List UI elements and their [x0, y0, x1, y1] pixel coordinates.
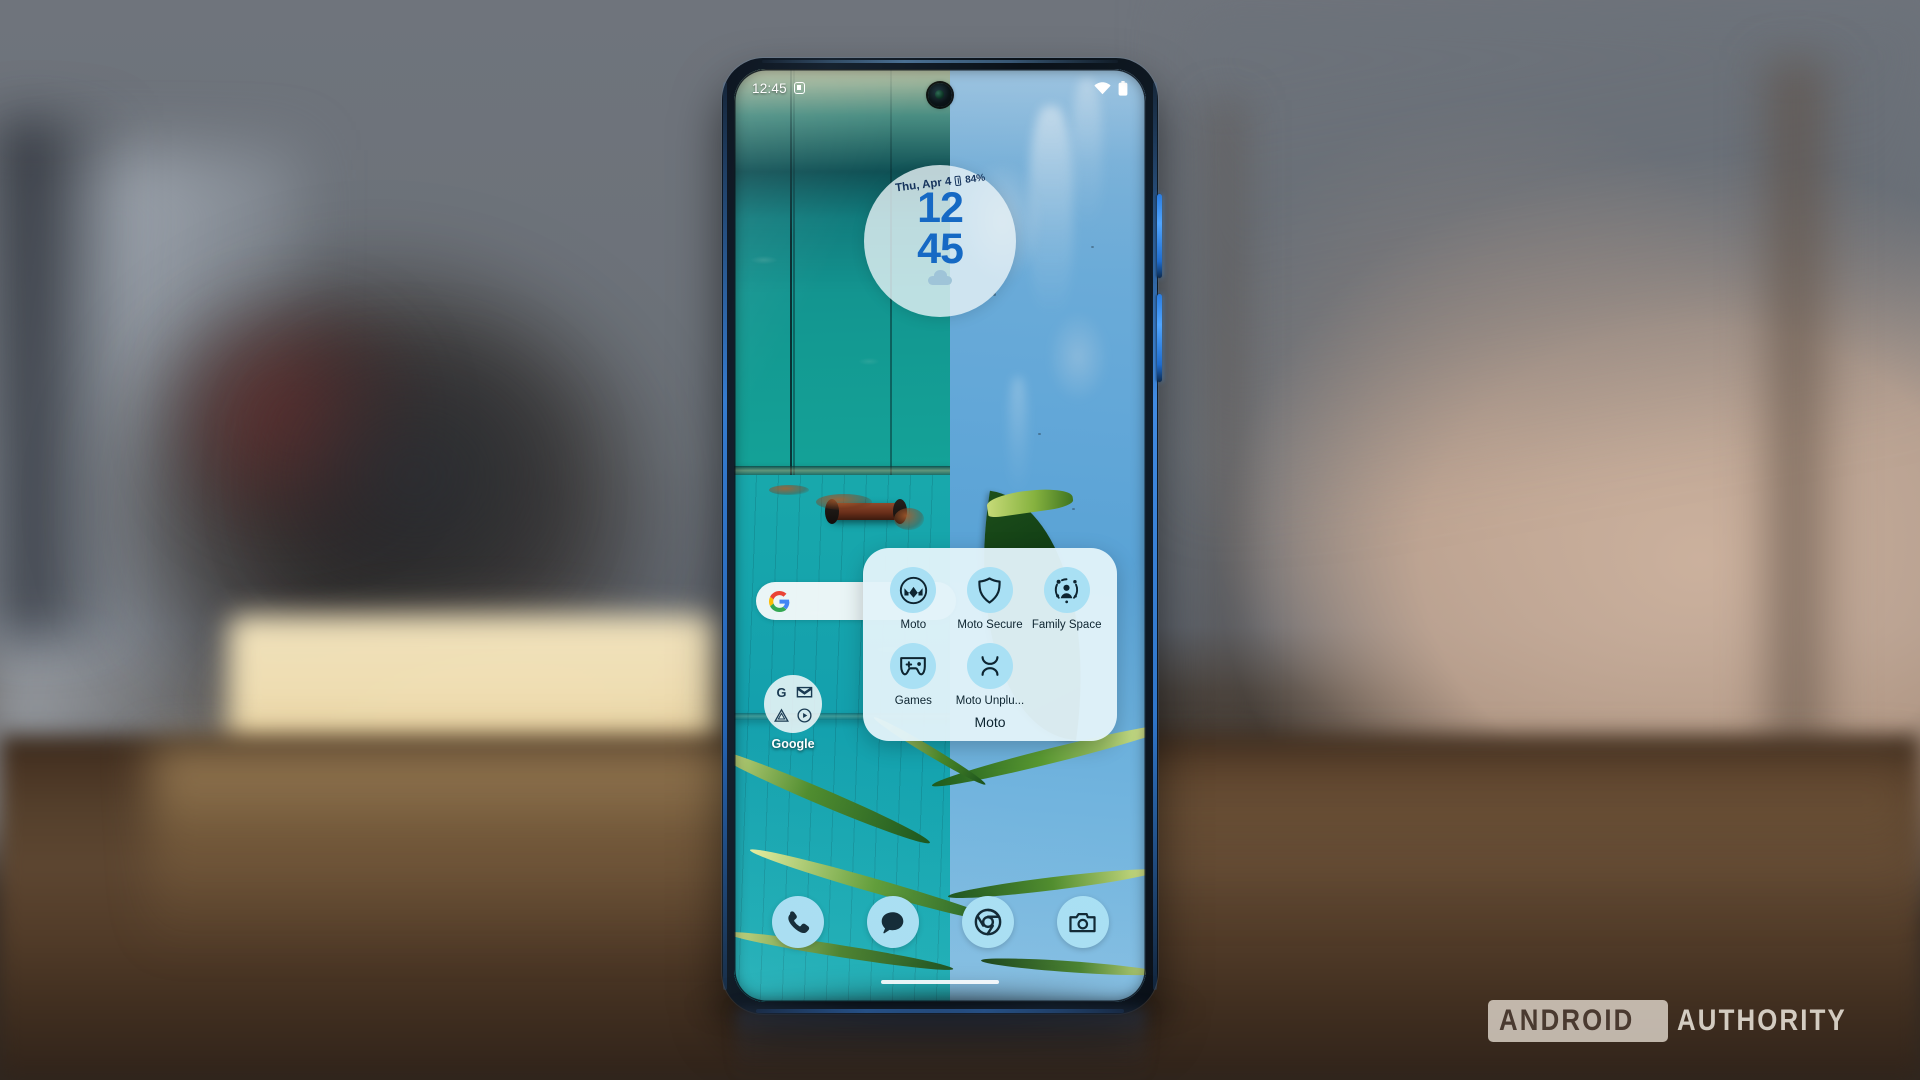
battery-icon: [1118, 80, 1128, 96]
google-drive-icon: [771, 705, 792, 726]
phone-top-chamfer: [762, 60, 1118, 63]
google-g-icon: [769, 590, 790, 612]
android-authority-watermark: ANDROID AUTHORITY: [1488, 1000, 1874, 1042]
volume-rocker[interactable]: [1157, 194, 1162, 278]
background-post-right: [1755, 60, 1845, 760]
phone-screen[interactable]: 12:45 Thu, Apr 4 84% 12 45 G Google Moto…: [734, 69, 1146, 1002]
camera-icon[interactable]: [1056, 896, 1109, 948]
phone-left-chamfer: [723, 82, 727, 990]
cloud-icon: [928, 269, 952, 285]
background-post-left: [1196, 100, 1256, 740]
phone-handset-icon[interactable]: [771, 896, 824, 948]
moto-unplugged-icon: [966, 643, 1013, 689]
google-search-icon: G: [771, 682, 792, 703]
folder-app-label: Moto: [900, 619, 927, 631]
battery-icon-small: [954, 175, 962, 187]
gamepad-icon: [890, 643, 937, 689]
screen-cast-icon: [793, 82, 805, 94]
clock-widget-battery-percent: 84%: [964, 172, 986, 186]
status-bar-time: 12:45: [752, 80, 787, 96]
background-dark-object: [250, 330, 580, 620]
motorola-batwing-icon: [890, 567, 937, 613]
wifi-icon: [1094, 81, 1111, 95]
photo-scene: 12:45 Thu, Apr 4 84% 12 45 G Google Moto…: [0, 0, 1920, 1080]
shield-icon: [966, 567, 1013, 613]
moto-folder-popup[interactable]: Moto Moto Secure Family Space Games Moto…: [863, 548, 1117, 741]
folder-app-games[interactable]: Games: [877, 643, 950, 707]
google-folder[interactable]: G Google: [758, 675, 828, 751]
power-button[interactable]: [1157, 294, 1162, 382]
front-camera-punch-hole: [928, 83, 952, 107]
phone-reflection: [736, 1008, 1146, 1078]
clock-hours: 12: [917, 184, 964, 232]
google-folder-preview: G: [764, 675, 822, 733]
google-folder-label: Google: [771, 737, 815, 751]
folder-app-moto[interactable]: Moto: [877, 567, 950, 631]
youtube-music-icon: [794, 705, 815, 726]
chrome-icon[interactable]: [961, 896, 1014, 948]
folder-app-label: Moto Unplu...: [955, 695, 1025, 707]
gmail-icon: [794, 682, 815, 703]
svg-text:G: G: [777, 685, 787, 700]
folder-empty-slot: [1030, 643, 1103, 707]
home-gesture-pill[interactable]: [881, 980, 999, 984]
folder-app-moto-unplugged[interactable]: Moto Unplu...: [954, 643, 1027, 707]
clock-minutes: 45: [917, 224, 964, 273]
app-dock: [734, 896, 1146, 948]
watermark-plain-word: AUTHORITY: [1676, 1004, 1847, 1037]
message-bubble-icon[interactable]: [866, 896, 919, 948]
watermark-boxed-word: ANDROID: [1488, 1000, 1668, 1042]
folder-app-moto-secure[interactable]: Moto Secure: [954, 567, 1027, 631]
folder-app-label: Moto Secure: [957, 619, 1023, 631]
folder-app-family-space[interactable]: Family Space: [1030, 567, 1103, 631]
folder-app-label: Games: [894, 695, 932, 707]
folder-name[interactable]: Moto: [877, 714, 1103, 733]
clock-weather-widget[interactable]: Thu, Apr 4 84% 12 45: [864, 165, 1016, 317]
smartphone-device: 12:45 Thu, Apr 4 84% 12 45 G Google Moto…: [722, 58, 1162, 1014]
family-space-icon: [1043, 567, 1090, 613]
folder-app-label: Family Space: [1031, 619, 1102, 631]
